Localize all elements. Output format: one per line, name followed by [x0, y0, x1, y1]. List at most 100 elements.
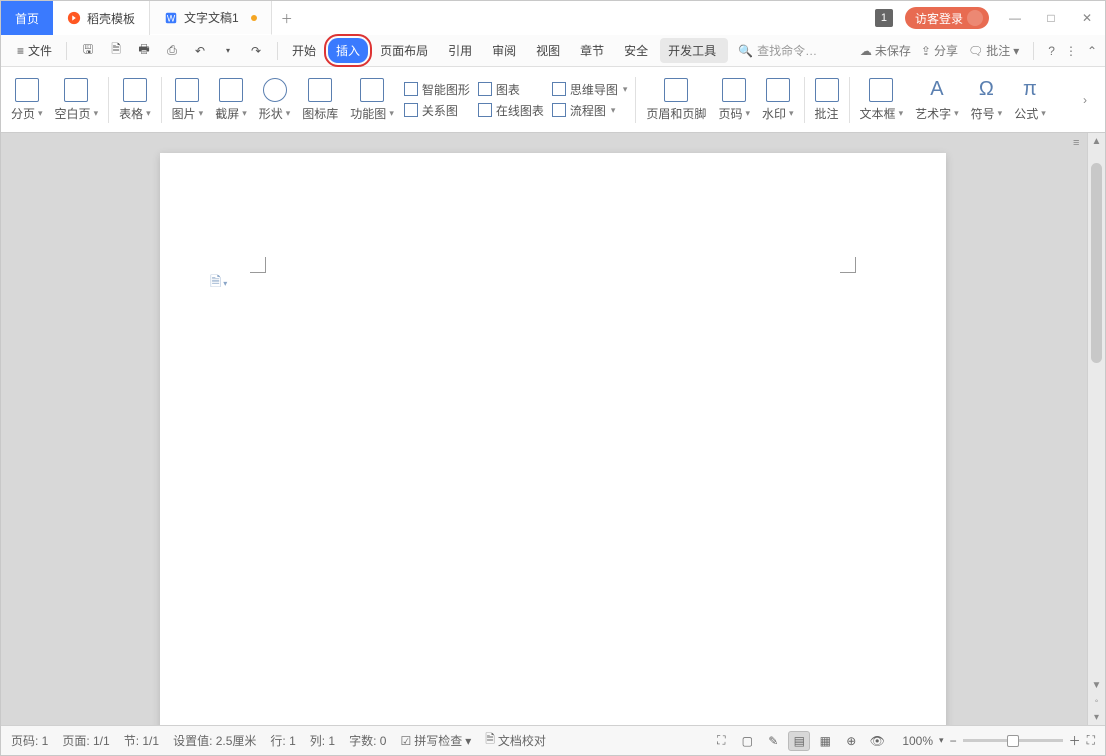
- scroll-page-down-icon[interactable]: ▾: [1088, 709, 1105, 725]
- status-page[interactable]: 页面: 1/1: [62, 732, 109, 749]
- scroll-page-up-icon[interactable]: ◦: [1088, 693, 1105, 709]
- scroll-up-icon[interactable]: ▲: [1088, 133, 1105, 149]
- docer-icon: [67, 11, 81, 25]
- more-button[interactable]: ⋮: [1065, 44, 1077, 58]
- vertical-scrollbar[interactable]: ▲ ▼ ◦ ▾: [1087, 133, 1105, 725]
- onlinechart-button[interactable]: 在线图表: [478, 102, 544, 119]
- shapes-button[interactable]: 形状: [257, 76, 293, 124]
- blankpage-icon: [64, 78, 88, 102]
- help-button[interactable]: ?: [1048, 44, 1055, 58]
- symbol-button[interactable]: Ω符号: [969, 76, 1005, 124]
- ribtab-start[interactable]: 开始: [284, 38, 324, 63]
- fullscreen-button[interactable]: ⛶: [710, 731, 732, 751]
- zoom-out-button[interactable]: −: [950, 734, 957, 748]
- command-search[interactable]: 🔍 查找命令…: [738, 42, 817, 59]
- pagebreak-button[interactable]: 分页: [9, 76, 45, 124]
- zoom-slider[interactable]: [963, 739, 1063, 742]
- writeview-button[interactable]: ✎: [762, 731, 784, 751]
- pagenumber-button[interactable]: 页码: [716, 76, 752, 124]
- search-icon: 🔍: [738, 44, 753, 58]
- status-row[interactable]: 行: 1: [270, 732, 295, 749]
- undo-drop-icon[interactable]: ▾: [217, 40, 239, 62]
- table-button[interactable]: 表格: [117, 76, 153, 124]
- scroll-thumb[interactable]: [1091, 163, 1102, 363]
- webview-button[interactable]: ⊕: [840, 731, 862, 751]
- spellcheck-button[interactable]: ☑ 拼写检查 ▾: [400, 732, 471, 749]
- eyecare-button[interactable]: 👁: [866, 731, 888, 751]
- ribtab-pagelayout[interactable]: 页面布局: [372, 38, 436, 63]
- readview-button[interactable]: ▢: [736, 731, 758, 751]
- outlineview-button[interactable]: ▦: [814, 731, 836, 751]
- blankpage-button[interactable]: 空白页: [53, 76, 101, 124]
- textbox-button[interactable]: 文本框: [858, 76, 906, 124]
- scroll-down-icon[interactable]: ▼: [1088, 677, 1105, 693]
- screenshot-button[interactable]: 截屏: [213, 76, 249, 124]
- iconlib-button[interactable]: 图标库: [300, 76, 340, 124]
- print-icon[interactable]: 🖶: [133, 40, 155, 62]
- headerfooter-button[interactable]: 页眉和页脚: [644, 76, 708, 124]
- picture-button[interactable]: 图片: [170, 76, 206, 124]
- save-as-icon[interactable]: 🗎: [105, 40, 127, 62]
- zoom-level[interactable]: 100%: [902, 734, 933, 748]
- ribtab-dev[interactable]: 开发工具: [660, 38, 728, 63]
- ribtab-view[interactable]: 视图: [528, 38, 568, 63]
- watermark-button[interactable]: 水印: [760, 76, 796, 124]
- ribtab-security[interactable]: 安全: [616, 38, 656, 63]
- unsaved-button[interactable]: ☁未保存: [860, 42, 911, 59]
- undo-icon[interactable]: ↶: [189, 40, 211, 62]
- comment-icon: 🗨: [968, 44, 983, 58]
- status-col[interactable]: 列: 1: [310, 732, 335, 749]
- smartart-button[interactable]: 智能图形: [404, 81, 470, 98]
- comment-label: 批注: [815, 105, 839, 122]
- margin-corner-tr-icon: [840, 257, 856, 273]
- chart-button[interactable]: 图表: [478, 81, 544, 98]
- tab-docer[interactable]: 稻壳模板: [53, 1, 150, 35]
- login-button[interactable]: 访客登录: [905, 7, 989, 29]
- proofread-button[interactable]: 🗎 文档校对: [485, 730, 546, 751]
- fitpage-button[interactable]: ⛶: [1087, 733, 1095, 748]
- print-preview-icon[interactable]: ⎙: [161, 40, 183, 62]
- status-pageno[interactable]: 页码: 1: [11, 732, 48, 749]
- minimize-button[interactable]: —: [997, 1, 1033, 35]
- share-button[interactable]: ⇪分享: [921, 42, 958, 59]
- pageview-button[interactable]: ▤: [788, 731, 810, 751]
- ribtab-section[interactable]: 章节: [572, 38, 612, 63]
- new-tab-button[interactable]: ＋: [272, 1, 302, 35]
- ribtab-insert[interactable]: 插入: [328, 38, 368, 63]
- avatar-icon: [967, 10, 983, 26]
- collapse-ribbon-button[interactable]: ⌃: [1087, 44, 1097, 58]
- tab-document[interactable]: W 文字文稿1: [150, 1, 272, 35]
- ribtab-reference[interactable]: 引用: [440, 38, 480, 63]
- side-panel-toggle[interactable]: ≡: [1073, 137, 1087, 149]
- zoom-drop-icon[interactable]: ▾: [939, 735, 944, 746]
- status-chars[interactable]: 字数: 0: [349, 732, 386, 749]
- comment-button[interactable]: 批注: [813, 76, 841, 124]
- document-page[interactable]: 🗎: [160, 153, 946, 725]
- ribbon-expand-button[interactable]: ›: [1083, 93, 1097, 107]
- relationgraph-button[interactable]: 关系图: [404, 102, 470, 119]
- window-count-badge[interactable]: 1: [875, 9, 893, 27]
- chart-icon: [478, 82, 492, 96]
- textbox-label: 文本框: [860, 105, 904, 122]
- close-button[interactable]: ✕: [1069, 1, 1105, 35]
- comments-button[interactable]: 🗨批注 ▾: [968, 42, 1019, 59]
- maximize-button[interactable]: □: [1033, 1, 1069, 35]
- status-bar: 页码: 1 页面: 1/1 节: 1/1 设置值: 2.5厘米 行: 1 列: …: [1, 725, 1105, 755]
- mindmap-button[interactable]: 思维导图: [552, 81, 628, 98]
- symbol-label: 符号: [971, 105, 1003, 122]
- page-options-button[interactable]: 🗎: [210, 271, 227, 295]
- flowchart-button[interactable]: 流程图: [552, 102, 628, 119]
- ribtab-review[interactable]: 审阅: [484, 38, 524, 63]
- tab-home[interactable]: 首页: [1, 1, 53, 35]
- status-position[interactable]: 设置值: 2.5厘米: [173, 732, 256, 749]
- save-icon[interactable]: 🖫: [77, 40, 99, 62]
- file-menu[interactable]: ≡ 文件: [9, 38, 60, 63]
- wordart-button[interactable]: A艺术字: [913, 76, 961, 124]
- funcgraph-label: 功能图: [350, 105, 394, 122]
- status-section[interactable]: 节: 1/1: [124, 732, 159, 749]
- zoom-in-button[interactable]: ＋: [1069, 732, 1081, 749]
- funcgraph-button[interactable]: 功能图: [348, 76, 396, 124]
- equation-button[interactable]: π公式: [1012, 76, 1048, 124]
- wordart-icon: A: [925, 78, 949, 102]
- redo-icon[interactable]: ↷: [245, 40, 267, 62]
